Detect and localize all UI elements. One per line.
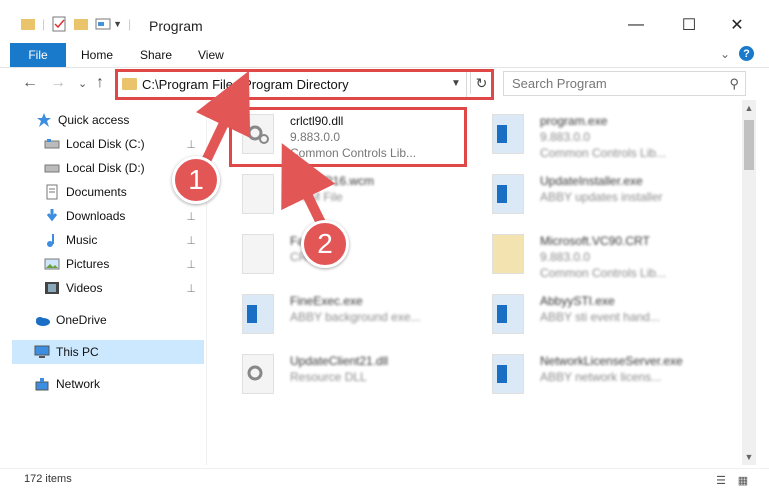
arrow-2 <box>281 143 336 228</box>
step-1-badge: 1 <box>172 156 220 204</box>
step-2-badge: 2 <box>301 220 349 268</box>
arrow-1 <box>196 70 251 166</box>
annotation-arrows <box>196 70 336 228</box>
